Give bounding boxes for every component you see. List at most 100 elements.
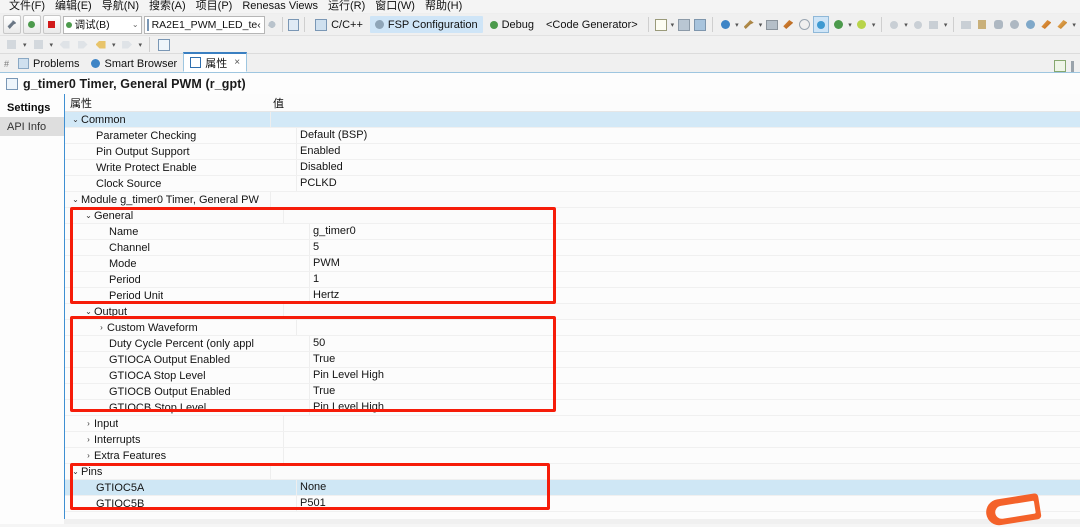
menu-item-help[interactable]: 帮助(H) bbox=[420, 0, 467, 13]
value-cell[interactable]: PWM bbox=[309, 256, 1080, 271]
table-row[interactable]: Pin Output Support Enabled bbox=[65, 144, 1080, 160]
restore-icon[interactable] bbox=[991, 17, 1005, 32]
table-row[interactable]: › Extra Features bbox=[65, 448, 1080, 464]
close-icon[interactable]: × bbox=[231, 57, 240, 68]
value-cell[interactable] bbox=[296, 320, 1080, 335]
value-cell[interactable] bbox=[283, 208, 1080, 223]
chevron-down-icon[interactable]: ⌄ bbox=[83, 307, 94, 316]
tab-smart-browser[interactable]: Smart Browser bbox=[85, 55, 183, 72]
table-row[interactable]: Mode PWM bbox=[65, 256, 1080, 272]
chevron-down-icon[interactable]: ▾ bbox=[904, 21, 908, 29]
chevron-down-icon[interactable]: ▾ bbox=[1072, 21, 1076, 29]
perspective-switch-icon[interactable] bbox=[1023, 17, 1037, 32]
table-row[interactable]: Name g_timer0 bbox=[65, 224, 1080, 240]
menu-item-file[interactable]: 文件(F) bbox=[4, 0, 50, 13]
value-cell[interactable]: 5 bbox=[309, 240, 1080, 255]
menu-item-renesas-views[interactable]: Renesas Views bbox=[237, 0, 323, 13]
value-cell[interactable]: 1 bbox=[309, 272, 1080, 287]
chevron-down-icon[interactable]: ▾ bbox=[50, 41, 54, 49]
chevron-down-icon[interactable]: ▾ bbox=[944, 21, 948, 29]
chevron-down-icon[interactable]: ⌄ bbox=[70, 195, 81, 204]
chevron-down-icon[interactable]: ▾ bbox=[139, 41, 143, 49]
table-group-row[interactable]: ⌄ General bbox=[65, 208, 1080, 224]
chevron-right-icon[interactable]: › bbox=[83, 419, 94, 428]
profile-icon[interactable] bbox=[911, 17, 925, 32]
table-group-row[interactable]: ⌄ Pins bbox=[65, 464, 1080, 480]
perspective-cpp[interactable]: C/C++ bbox=[310, 16, 368, 33]
table-group-row[interactable]: ⌄ Output bbox=[65, 304, 1080, 320]
forward-arrow-icon[interactable] bbox=[120, 37, 135, 52]
table-row[interactable]: › Custom Waveform bbox=[65, 320, 1080, 336]
value-cell[interactable]: Default (BSP) bbox=[296, 128, 1080, 143]
pencil-icon[interactable] bbox=[1039, 17, 1053, 32]
perspective-code-generator[interactable]: <Code Generator> bbox=[541, 16, 643, 33]
table-group-row[interactable]: ⌄ Module g_timer0 Timer, General PW bbox=[65, 192, 1080, 208]
chevron-right-icon[interactable]: › bbox=[96, 323, 107, 332]
chevron-down-icon[interactable]: ▾ bbox=[759, 21, 763, 29]
menu-item-window[interactable]: 窗口(W) bbox=[370, 0, 420, 13]
value-cell[interactable]: P501 bbox=[296, 496, 1080, 511]
value-cell[interactable]: Hertz bbox=[309, 288, 1080, 303]
value-cell[interactable]: None bbox=[296, 480, 1080, 495]
minimize-view-icon[interactable] bbox=[1054, 60, 1066, 72]
column-header-value[interactable]: 值 bbox=[270, 95, 1080, 111]
history-icon[interactable] bbox=[927, 17, 941, 32]
table-row[interactable]: GTIOCA Output Enabled True bbox=[65, 352, 1080, 368]
value-cell[interactable]: g_timer0 bbox=[309, 224, 1080, 239]
print-icon[interactable] bbox=[765, 17, 779, 32]
brush-icon[interactable] bbox=[1055, 17, 1069, 32]
view-menu-icon[interactable] bbox=[1071, 60, 1074, 72]
table-row[interactable]: › Input bbox=[65, 416, 1080, 432]
value-cell[interactable]: True bbox=[309, 352, 1080, 367]
green-gear-icon[interactable] bbox=[831, 17, 845, 32]
chevron-down-icon[interactable]: ⌄ bbox=[129, 20, 139, 29]
table-row[interactable]: Parameter Checking Default (BSP) bbox=[65, 128, 1080, 144]
chevron-down-icon[interactable]: ⌄ bbox=[70, 467, 81, 476]
table-row[interactable]: GTIOCB Output Enabled True bbox=[65, 384, 1080, 400]
chevron-down-icon[interactable]: ▾ bbox=[735, 21, 739, 29]
menu-item-edit[interactable]: 编辑(E) bbox=[50, 0, 97, 13]
value-cell[interactable] bbox=[283, 448, 1080, 463]
chevron-down-icon[interactable]: ▾ bbox=[112, 41, 116, 49]
open-type-icon[interactable] bbox=[156, 37, 171, 52]
chevron-down-icon[interactable]: ▾ bbox=[23, 41, 27, 49]
project-selector-combo[interactable]: RA2E1_PWM_LED_te‹ ⌄ bbox=[143, 15, 273, 34]
table-row[interactable]: Write Protect Enable Disabled bbox=[65, 160, 1080, 176]
horizontal-scrollbar[interactable] bbox=[64, 519, 1080, 524]
menu-item-project[interactable]: 项目(P) bbox=[191, 0, 238, 13]
highlight-selected-icon[interactable] bbox=[813, 16, 830, 33]
chevron-down-icon[interactable]: ▾ bbox=[872, 21, 876, 29]
table-row[interactable]: › Interrupts bbox=[65, 432, 1080, 448]
next-annotation-icon[interactable] bbox=[75, 37, 90, 52]
back-arrow-icon[interactable] bbox=[93, 37, 108, 52]
value-cell[interactable] bbox=[283, 432, 1080, 447]
value-cell[interactable]: Pin Level High bbox=[309, 368, 1080, 383]
table-view-icon[interactable] bbox=[959, 17, 973, 32]
table-row[interactable]: Period Unit Hertz bbox=[65, 288, 1080, 304]
table-row[interactable]: GTIOCA Stop Level Pin Level High bbox=[65, 368, 1080, 384]
new-file-icon[interactable] bbox=[654, 17, 668, 32]
search-icon[interactable] bbox=[797, 17, 811, 32]
hammer-build-icon[interactable] bbox=[742, 17, 756, 32]
value-cell[interactable]: Enabled bbox=[296, 144, 1080, 159]
refresh-icon[interactable] bbox=[1007, 17, 1021, 32]
chevron-right-icon[interactable]: › bbox=[83, 451, 94, 460]
open-perspective-icon[interactable] bbox=[287, 18, 300, 31]
table-row[interactable]: GTIOCB Stop Level Pin Level High bbox=[65, 400, 1080, 416]
chevron-right-icon[interactable]: › bbox=[83, 435, 94, 444]
value-cell[interactable] bbox=[283, 416, 1080, 431]
value-cell[interactable] bbox=[283, 304, 1080, 319]
tab-properties[interactable]: 属性 × bbox=[183, 52, 248, 72]
column-header-property[interactable]: 属性 bbox=[65, 95, 270, 111]
tab-problems[interactable]: Problems bbox=[12, 55, 85, 72]
perspective-debug[interactable]: Debug bbox=[485, 16, 539, 33]
launch-configuration-combo[interactable]: 调试(B) ⌄ bbox=[62, 15, 142, 34]
back-nav-icon[interactable] bbox=[4, 37, 19, 52]
debug-bug-icon[interactable] bbox=[22, 15, 41, 34]
sidebar-item-api-info[interactable]: API Info bbox=[0, 117, 64, 136]
table-row[interactable]: Duty Cycle Percent (only appl 50 bbox=[65, 336, 1080, 352]
value-cell[interactable] bbox=[270, 192, 1080, 207]
chevron-down-icon[interactable]: ▾ bbox=[848, 21, 852, 29]
menu-item-run[interactable]: 运行(R) bbox=[323, 0, 370, 13]
menu-item-navigate[interactable]: 导航(N) bbox=[97, 0, 144, 13]
